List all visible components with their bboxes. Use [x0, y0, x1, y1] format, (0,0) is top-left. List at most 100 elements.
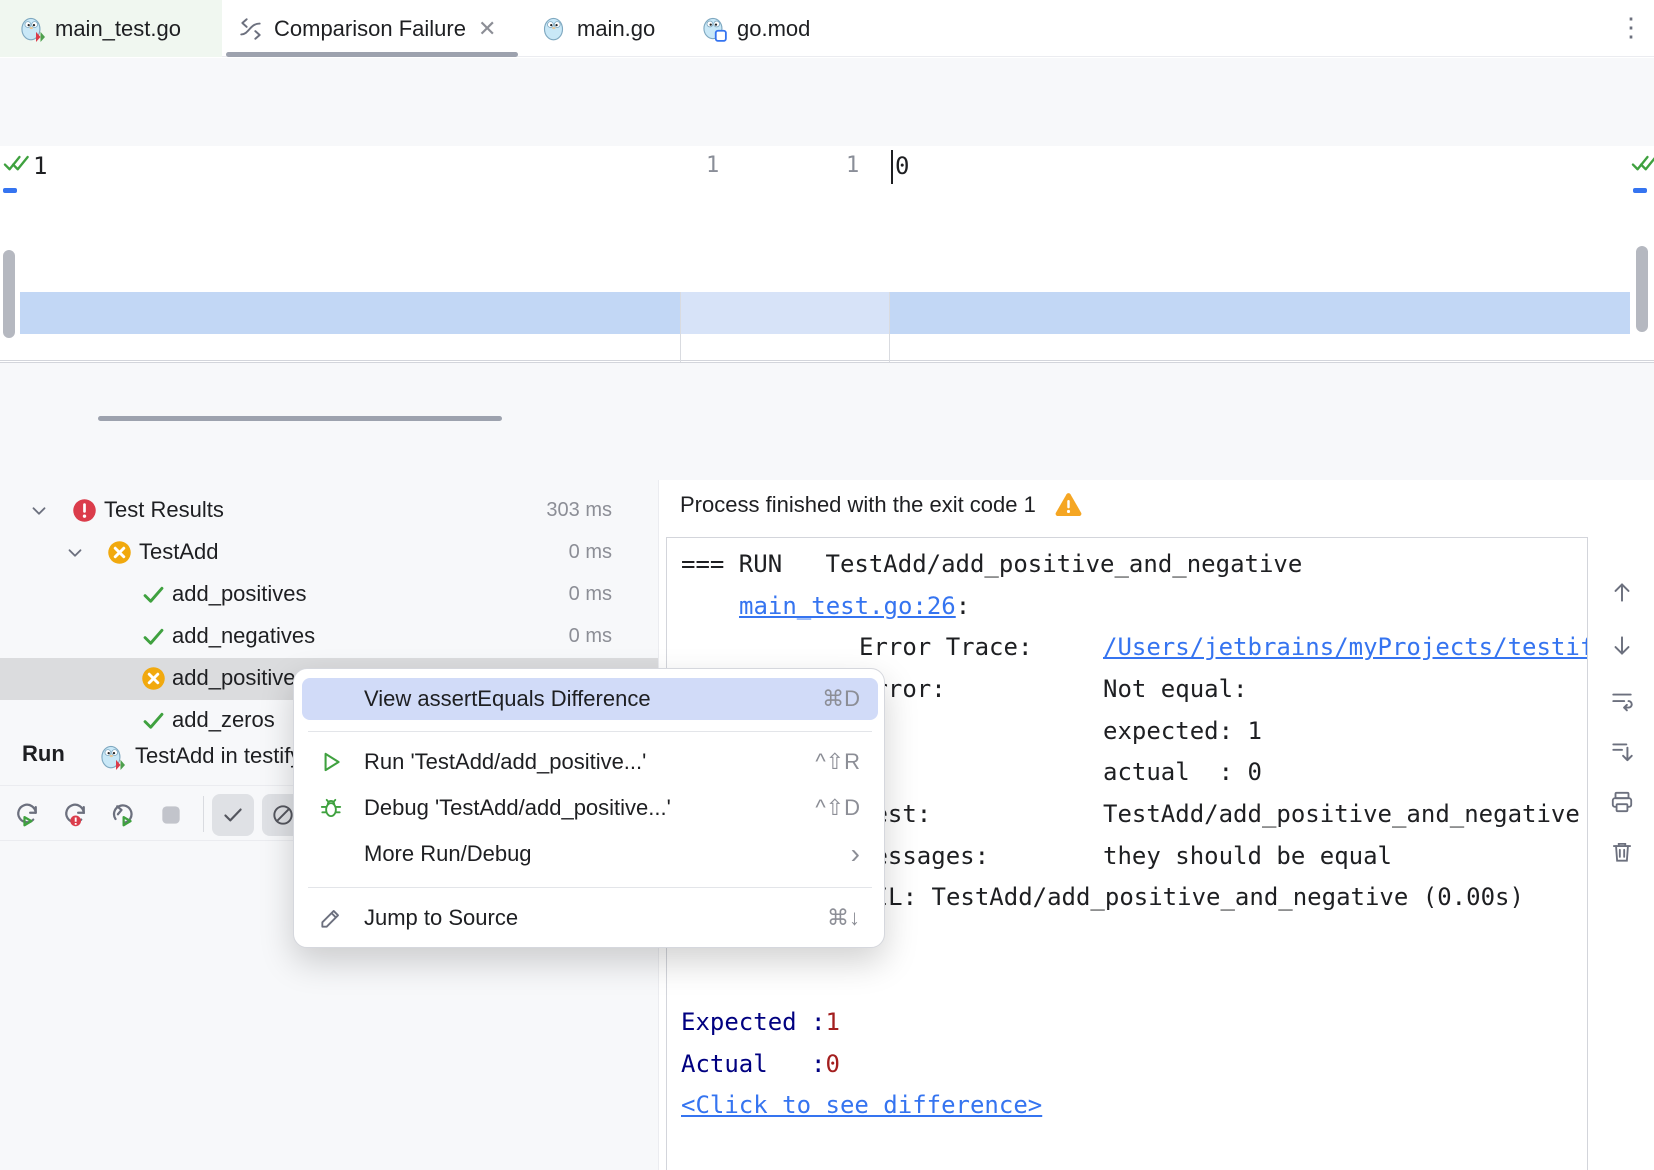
go-mod-file-icon	[700, 15, 727, 42]
change-marker-left	[3, 188, 17, 193]
diff-icon	[238, 16, 264, 42]
menu-item-debug-test[interactable]: Debug 'TestAdd/add_positive...' ^⇧D	[302, 787, 878, 829]
messages-value: they should be equal	[1103, 838, 1392, 874]
rerun-failed-tests-icon[interactable]	[60, 799, 90, 829]
chevron-down-icon[interactable]	[28, 500, 50, 522]
tree-row-test-results[interactable]: Test Results 303 ms	[0, 490, 658, 532]
error-value: Not equal:	[1103, 671, 1248, 707]
rerun-icon[interactable]	[12, 799, 42, 829]
go-test-file-icon	[18, 15, 45, 42]
diff-pane-headers: Expected Actual	[0, 110, 1654, 146]
menu-separator	[308, 887, 872, 888]
right-scrollbar-thumb[interactable]	[1636, 246, 1648, 332]
tree-label: add_positives	[172, 581, 307, 607]
tree-time: 303 ms	[546, 499, 612, 522]
left-scrollbar-thumb[interactable]	[3, 250, 15, 338]
menu-item-shortcut: ⌘D	[822, 686, 860, 712]
rerun-automatically-icon[interactable]	[108, 799, 138, 829]
accepted-checks-icon-right	[1630, 150, 1654, 178]
tree-row-testadd[interactable]: TestAdd 0 ms	[0, 532, 658, 574]
see-difference-link[interactable]: <Click to see difference>	[681, 1087, 1042, 1123]
passed-check-icon	[140, 623, 167, 650]
tree-time: 0 ms	[569, 625, 612, 648]
left-line-number: 1	[706, 153, 719, 178]
soft-wrap-icon[interactable]	[1609, 687, 1635, 713]
error-trace-path-link[interactable]: /Users/jetbrains/myProjects/testifyToolk…	[1103, 629, 1588, 665]
tab-label: Comparison Failure	[274, 16, 466, 42]
tab-go-mod[interactable]: go.mod	[690, 0, 835, 57]
stop-icon	[158, 802, 184, 828]
change-marker-right	[1633, 188, 1647, 193]
run-play-icon	[318, 749, 348, 775]
context-menu: View assertEquals Difference ⌘D Run 'Tes…	[293, 668, 885, 948]
actual-line-text: 0	[895, 152, 909, 180]
tab-label: go.mod	[737, 16, 810, 42]
scroll-to-end-icon[interactable]	[1609, 739, 1635, 765]
pencil-icon	[318, 905, 348, 931]
clear-console-trash-icon[interactable]	[1609, 839, 1635, 865]
diff-editor	[0, 146, 1654, 361]
menu-item-run-test[interactable]: Run 'TestAdd/add_positive...' ^⇧R	[302, 741, 878, 783]
right-line-number: 1	[846, 153, 859, 178]
menu-item-label: Run 'TestAdd/add_positive...'	[364, 749, 646, 775]
print-icon[interactable]	[1609, 789, 1635, 815]
passed-check-icon	[140, 707, 167, 734]
active-tab-underline	[226, 52, 518, 57]
run-tab-underline	[98, 416, 502, 421]
tree-time: 0 ms	[569, 583, 612, 606]
menu-item-label: More Run/Debug	[364, 841, 532, 867]
submenu-chevron-icon: ›	[851, 838, 860, 870]
menu-item-label: View assertEquals Difference	[364, 686, 651, 712]
menu-item-shortcut: ⌘↓	[827, 905, 860, 931]
tab-main-go[interactable]: main.go	[530, 0, 680, 57]
show-passed-toggle[interactable]	[212, 794, 254, 836]
test-value: TestAdd/add_positive_and_negative	[1103, 796, 1580, 832]
console-file-line: main_test.go:26:	[739, 588, 970, 624]
tab-comparison-failure[interactable]: Comparison Failure ✕	[222, 0, 522, 57]
menu-item-view-difference[interactable]: View assertEquals Difference ⌘D	[302, 678, 878, 720]
expected-changed-line[interactable]	[20, 292, 680, 334]
tab-label: main_test.go	[55, 16, 181, 42]
tree-label: TestAdd	[139, 539, 219, 565]
process-status-text: Process finished with the exit code 1	[680, 492, 1036, 518]
expected-summary-line: Expected :1	[681, 1004, 840, 1040]
tree-row-add-positives[interactable]: add_positives 0 ms	[0, 574, 658, 616]
console-gutter-icons	[1588, 537, 1654, 1170]
scroll-up-icon[interactable]	[1609, 579, 1635, 605]
run-panel-title: Run	[22, 741, 65, 767]
tree-time: 0 ms	[569, 541, 612, 564]
tab-main-test-go[interactable]: main_test.go	[0, 0, 222, 57]
menu-item-label: Debug 'TestAdd/add_positive...'	[364, 795, 671, 821]
diff-toolbar: Side-by-side viewer Do not ignore Highli…	[0, 58, 1654, 110]
actual-changed-line[interactable]	[890, 292, 1630, 334]
menu-item-shortcut: ^⇧R	[815, 749, 860, 775]
menu-item-shortcut: ^⇧D	[815, 795, 860, 821]
passed-check-icon	[140, 581, 167, 608]
actual-summary-line: Actual :0	[681, 1046, 840, 1082]
warning-icon	[1054, 492, 1083, 518]
menu-item-label: Jump to Source	[364, 905, 518, 931]
expected-line-text: 1	[33, 152, 47, 180]
go-file-icon	[540, 15, 567, 42]
chevron-down-icon[interactable]	[64, 542, 86, 564]
expected-line: expected: 1	[1103, 713, 1262, 749]
go-test-file-icon	[98, 743, 125, 770]
console-run-line: === RUN TestAdd/add_positive_and_negativ…	[681, 546, 1302, 582]
failed-badge-icon	[106, 539, 133, 566]
tab-bar-kebab-menu-icon[interactable]: ⋮	[1618, 12, 1644, 43]
debug-bug-icon	[318, 795, 348, 821]
editor-tab-bar: main_test.go Comparison Failure ✕ main.g…	[0, 0, 1654, 57]
close-icon[interactable]: ✕	[476, 16, 498, 42]
actual-line: actual : 0	[1103, 754, 1262, 790]
menu-item-jump-to-source[interactable]: Jump to Source ⌘↓	[302, 897, 878, 939]
error-trace-label: Error Trace:	[859, 629, 1032, 665]
menu-separator	[308, 731, 872, 732]
tree-row-add-negatives[interactable]: add_negatives 0 ms	[0, 616, 658, 658]
tree-label: Test Results	[104, 497, 224, 523]
menu-item-more-run-debug[interactable]: More Run/Debug ›	[302, 833, 878, 875]
failed-badge-icon	[140, 665, 167, 692]
tree-label: add_negatives	[172, 623, 315, 649]
scroll-down-icon[interactable]	[1609, 633, 1635, 659]
error-badge-icon	[71, 497, 98, 524]
file-link[interactable]: main_test.go:26	[739, 592, 956, 620]
